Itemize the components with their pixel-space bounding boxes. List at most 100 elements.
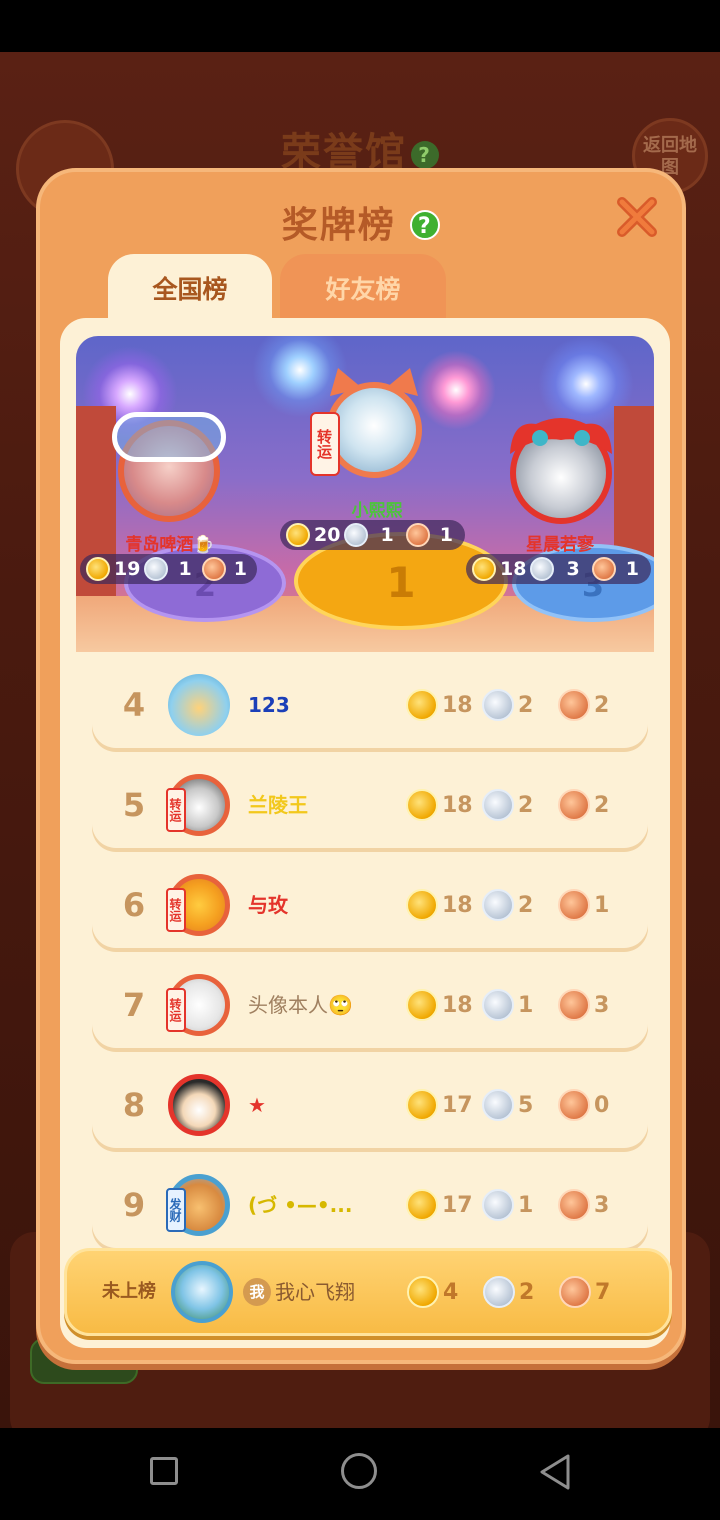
avatar[interactable] [168, 674, 230, 736]
silver-count: 2 [518, 792, 534, 818]
gold-medal-icon [406, 789, 438, 821]
player-name: 兰陵王 [248, 793, 308, 817]
silver-medal-icon [530, 557, 555, 581]
silver-medal-icon [482, 1089, 514, 1121]
rank-number: 7 [122, 986, 146, 1024]
bronze-count: 7 [595, 1279, 611, 1305]
gold-medal-icon [286, 523, 310, 547]
silver-count: 2 [518, 892, 534, 918]
gold-count: 18 [442, 992, 473, 1018]
leaderboard-row[interactable]: 7 转运 头像本人🙄 18 1 3 [92, 962, 648, 1048]
bronze-medal-icon [591, 557, 616, 581]
leaderboard-row[interactable]: 8 ★ 17 5 0 [92, 1062, 648, 1148]
silver-count: 1 [380, 524, 394, 546]
goggles-frame-decoration [112, 412, 226, 462]
gold-count: 4 [443, 1279, 459, 1305]
my-name: 我我心飞翔 [243, 1251, 355, 1337]
my-rank-status: 未上榜 [102, 1281, 156, 1302]
bronze-count: 3 [594, 992, 610, 1018]
rank-number: 6 [122, 886, 146, 924]
back-icon[interactable] [536, 1452, 576, 1492]
gold-count: 18 [442, 692, 473, 718]
gold-medal-icon [472, 557, 496, 581]
silver-medal-icon [482, 889, 514, 921]
close-icon[interactable] [612, 192, 662, 242]
rank-number: 8 [122, 1086, 146, 1124]
leaderboard-row[interactable]: 5 转运 兰陵王 18 2 2 [92, 762, 648, 848]
fortune-badge: 发财 [166, 1188, 186, 1232]
silver-medal-icon [144, 557, 169, 581]
lucky-badge: 转运 [310, 412, 340, 476]
leaderboard-row[interactable]: 4 123 18 2 2 [92, 662, 648, 748]
lucky-badge: 转运 [166, 988, 186, 1032]
gold-count: 18 [442, 792, 473, 818]
top-name-rank-3: 星晨若寥 [526, 535, 594, 555]
modal-title: 奖牌榜 ? [40, 196, 682, 248]
tab-friends[interactable]: 好友榜 [280, 254, 446, 326]
my-name-text: 我心飞翔 [275, 1280, 355, 1304]
medal-counts: 18 2 1 [406, 888, 634, 922]
player-name: 与玫 [248, 893, 288, 917]
help-icon[interactable]: ? [410, 210, 441, 240]
player-name: (づ •—•... [248, 1193, 353, 1217]
bronze-count: 2 [594, 792, 610, 818]
top-name-rank-1: 小熙熙 [351, 501, 403, 521]
silver-count: 1 [518, 1192, 534, 1218]
medal-leaderboard-modal: 奖牌榜 ? 好友榜 全国榜 2 3 1 青岛啤酒🍺 19 1 1 转运 小熙熙 … [36, 168, 686, 1364]
cat-ears-decoration [330, 368, 418, 396]
medal-counts-rank-1: 20 1 1 [280, 520, 465, 550]
silver-count: 2 [519, 1279, 535, 1305]
leaderboard-row[interactable]: 9 发财 (づ •—•... 17 1 3 [92, 1162, 648, 1248]
gold-count: 18 [442, 892, 473, 918]
silver-medal-icon [482, 989, 514, 1021]
background-help-icon: ? [411, 141, 439, 169]
recent-apps-button[interactable] [150, 1457, 178, 1485]
lion-mask-decoration [510, 418, 612, 454]
avatar[interactable] [168, 1074, 230, 1136]
gold-count: 19 [114, 558, 141, 580]
firework-decoration [416, 350, 496, 430]
gold-medal-icon [406, 989, 438, 1021]
bronze-count: 1 [439, 524, 453, 546]
silver-medal-icon [483, 1276, 515, 1308]
bronze-count: 2 [594, 692, 610, 718]
gold-medal-icon [406, 1189, 438, 1221]
gold-medal-icon [406, 1089, 438, 1121]
gold-medal-icon [86, 557, 110, 581]
bronze-medal-icon [558, 1089, 590, 1121]
my-medal-counts: 4 2 7 [407, 1275, 635, 1309]
top-name-rank-2: 青岛啤酒🍺 [125, 535, 215, 555]
medal-counts: 17 1 3 [406, 1188, 634, 1222]
silver-medal-icon [482, 1189, 514, 1221]
medal-counts: 18 2 2 [406, 688, 634, 722]
silver-count: 3 [566, 558, 580, 580]
tab-national[interactable]: 全国榜 [108, 254, 272, 326]
rank-number: 5 [122, 786, 146, 824]
leaderboard-row[interactable]: 6 转运 与玫 18 2 1 [92, 862, 648, 948]
bronze-medal-icon [558, 1189, 590, 1221]
medal-counts-rank-2: 19 1 1 [80, 554, 257, 584]
silver-medal-icon [344, 523, 369, 547]
podium: 2 3 1 青岛啤酒🍺 19 1 1 转运 小熙熙 20 1 1 星晨若寥 18… [76, 336, 654, 652]
bronze-medal-icon [558, 689, 590, 721]
silver-count: 1 [178, 558, 192, 580]
player-name: ★ [248, 1093, 266, 1117]
avatar-rank-1[interactable] [326, 382, 422, 478]
bronze-count: 0 [594, 1092, 610, 1118]
gold-count: 17 [442, 1192, 473, 1218]
medal-counts: 17 5 0 [406, 1088, 634, 1122]
me-badge: 我 [243, 1278, 271, 1306]
home-button[interactable] [341, 1453, 377, 1489]
lucky-badge: 转运 [166, 888, 186, 932]
bronze-medal-icon [558, 989, 590, 1021]
bronze-medal-icon [559, 1276, 591, 1308]
my-rank-row[interactable]: 未上榜 我我心飞翔 4 2 7 [64, 1248, 672, 1336]
rank-number: 9 [122, 1186, 146, 1224]
bronze-count: 1 [594, 892, 610, 918]
bronze-medal-icon [405, 523, 430, 547]
silver-count: 5 [518, 1092, 534, 1118]
my-avatar[interactable] [171, 1261, 233, 1323]
silver-count: 2 [518, 692, 534, 718]
gold-count: 17 [442, 1092, 473, 1118]
player-name: 头像本人🙄 [248, 993, 353, 1017]
